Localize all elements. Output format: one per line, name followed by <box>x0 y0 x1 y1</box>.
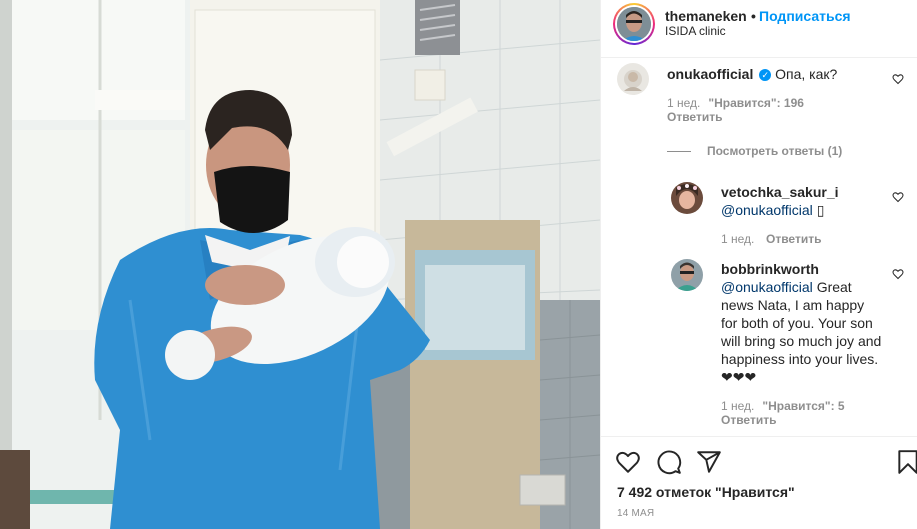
reply-like-heart-icon[interactable] <box>892 191 904 203</box>
bookmark-icon[interactable] <box>895 449 917 475</box>
reply-username[interactable]: bobbrinkworth <box>721 261 819 277</box>
view-replies-line <box>667 151 691 153</box>
post-photo[interactable] <box>0 0 600 529</box>
reply-time[interactable]: 1 нед. <box>721 399 754 413</box>
reply-meta: 1 нед. "Нравится": 5 <box>721 399 845 413</box>
reply-button[interactable]: Ответить <box>721 413 776 427</box>
heart-icon[interactable] <box>615 449 641 475</box>
comment-time[interactable]: 1 нед. <box>667 96 700 110</box>
post-date[interactable]: 14 МАЯ <box>617 508 654 519</box>
post-header: themaneken • Подписаться ISIDA clinic <box>601 0 917 58</box>
reply-mention[interactable]: @onukaofficial <box>721 279 813 295</box>
reply-body: bobbrinkworth @onukaofficial Great news … <box>721 260 883 386</box>
verified-badge-icon: ✓ <box>759 69 772 81</box>
reply-likes[interactable]: "Нравится": 5 <box>762 399 844 413</box>
comment-avatar[interactable] <box>617 63 649 95</box>
comment-meta: 1 нед. "Нравится": 196 <box>667 96 804 110</box>
reply-time[interactable]: 1 нед. <box>721 232 754 246</box>
comments-list[interactable]: onukaofficial ✓ Опа, как? 1 нед. "Нравитс… <box>601 58 917 436</box>
author-username[interactable]: themaneken <box>665 8 747 24</box>
comment-likes[interactable]: "Нравится": 196 <box>708 96 804 110</box>
comment-text: Опа, как? <box>775 66 838 82</box>
separator-dot: • <box>751 8 756 24</box>
reply-meta: 1 нед. <box>721 232 754 246</box>
post-actions: 7 492 отметок "Нравится" 14 МАЯ <box>601 436 917 529</box>
reply-body: vetochka_sakur_i @onukaofficial ▯ <box>721 183 886 219</box>
comment-icon[interactable] <box>656 449 682 475</box>
comment-username[interactable]: onukaofficial <box>667 66 753 82</box>
follow-button[interactable]: Подписаться <box>759 8 851 24</box>
comment-like-heart-icon[interactable] <box>892 73 904 85</box>
post-side-panel: themaneken • Подписаться ISIDA clinic on… <box>600 0 917 529</box>
author-avatar-image <box>617 7 651 41</box>
reply-avatar[interactable] <box>671 259 703 291</box>
reply-mention[interactable]: @onukaofficial <box>721 202 813 218</box>
view-replies-button[interactable]: Посмотреть ответы (1) <box>667 144 842 158</box>
share-icon[interactable] <box>696 449 722 475</box>
likes-count[interactable]: 7 492 отметок "Нравится" <box>617 484 795 500</box>
reply-button[interactable]: Ответить <box>667 110 722 124</box>
reply-text: ▯ <box>816 202 825 218</box>
post-photo-image <box>0 0 600 529</box>
reply-avatar[interactable] <box>671 182 703 214</box>
author-avatar[interactable] <box>613 3 655 45</box>
reply-username[interactable]: vetochka_sakur_i <box>721 184 839 200</box>
comment-body: onukaofficial ✓ Опа, как? <box>667 65 887 83</box>
view-replies-label: Посмотреть ответы (1) <box>707 144 843 158</box>
post-location[interactable]: ISIDA clinic <box>665 24 726 38</box>
reply-like-heart-icon[interactable] <box>892 268 904 280</box>
reply-button[interactable]: Ответить <box>766 232 821 246</box>
